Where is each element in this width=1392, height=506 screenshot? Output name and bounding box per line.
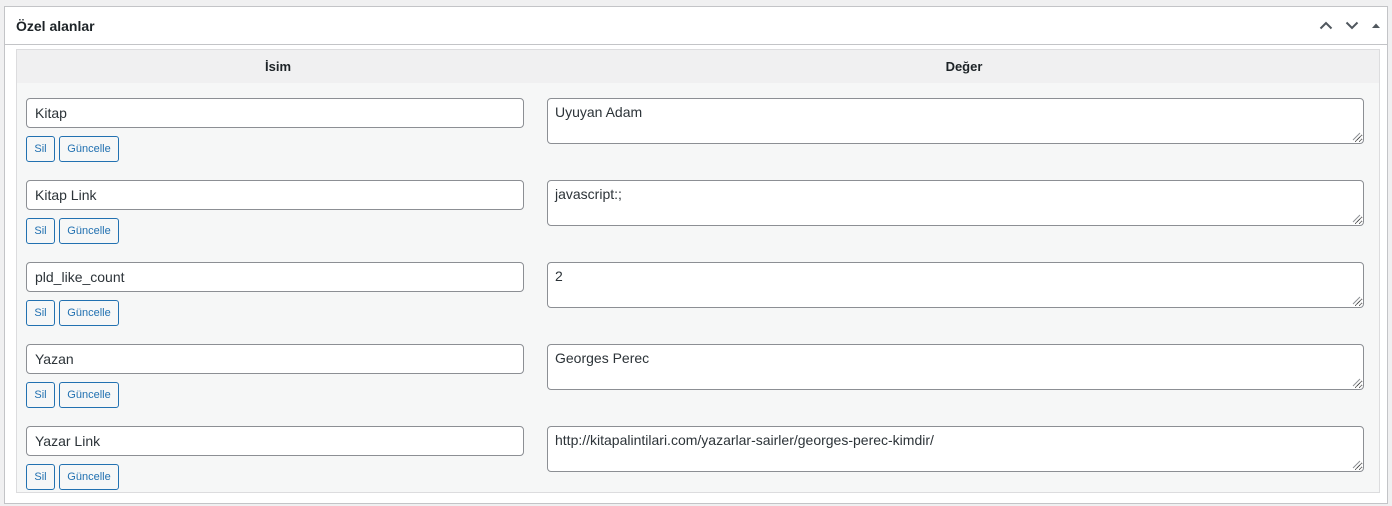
toggle-panel-button[interactable] [1365,8,1387,44]
row-actions: Sil Güncelle [26,464,119,490]
field-name-input[interactable] [26,262,524,292]
table-row: Sil Güncelle Uyuyan Adam [17,90,1379,172]
field-value-textarea[interactable]: 2 [547,262,1364,308]
chevron-up-icon [1319,21,1333,30]
table-row: Sil Güncelle http://kitapalintilari.com/… [17,418,1379,500]
field-value-textarea[interactable]: Uyuyan Adam [547,98,1364,144]
delete-button[interactable]: Sil [26,464,55,490]
resize-grip-icon[interactable] [1352,214,1361,223]
custom-fields-table: İsim Değer Sil Güncelle Uyuyan Adam Sil … [16,49,1380,493]
delete-button[interactable]: Sil [26,382,55,408]
table-row: Sil Güncelle Georges Perec [17,336,1379,418]
delete-button[interactable]: Sil [26,218,55,244]
update-button[interactable]: Güncelle [59,382,119,408]
field-name-input[interactable] [26,98,524,128]
resize-grip-icon[interactable] [1352,460,1361,469]
field-value-textarea[interactable]: javascript:; [547,180,1364,226]
table-header: İsim Değer [17,50,1379,83]
delete-button[interactable]: Sil [26,136,55,162]
delete-button[interactable]: Sil [26,300,55,326]
update-button[interactable]: Güncelle [59,300,119,326]
field-value-textarea[interactable]: Georges Perec [547,344,1364,390]
custom-fields-box: Özel alanlar İsim Değer Kitap Sil Güncel… [4,6,1388,504]
resize-grip-icon[interactable] [1352,132,1361,141]
row-actions: Sil Güncelle [26,382,119,408]
table-row: Sil Güncelle 2 [17,254,1379,336]
move-up-button[interactable] [1313,8,1339,44]
value-column-header: Değer [945,59,983,74]
box-title: Özel alanlar [16,18,95,34]
field-name-input[interactable] [26,426,524,456]
resize-grip-icon[interactable] [1352,296,1361,305]
name-column-header: İsim [264,59,291,74]
row-actions: Sil Güncelle [26,136,119,162]
resize-grip-icon[interactable] [1352,378,1361,387]
update-button[interactable]: Güncelle [59,464,119,490]
row-actions: Sil Güncelle [26,300,119,326]
box-header: Özel alanlar [5,7,1387,45]
field-name-input[interactable] [26,180,524,210]
handle-actions [1313,7,1387,44]
update-button[interactable]: Güncelle [59,136,119,162]
update-button[interactable]: Güncelle [59,218,119,244]
move-down-button[interactable] [1339,8,1365,44]
field-name-input[interactable] [26,344,524,374]
field-value-textarea[interactable]: http://kitapalintilari.com/yazarlar-sair… [547,426,1364,472]
triangle-up-icon [1372,23,1380,28]
table-row: Sil Güncelle javascript:; [17,172,1379,254]
chevron-down-icon [1345,21,1359,30]
row-actions: Sil Güncelle [26,218,119,244]
